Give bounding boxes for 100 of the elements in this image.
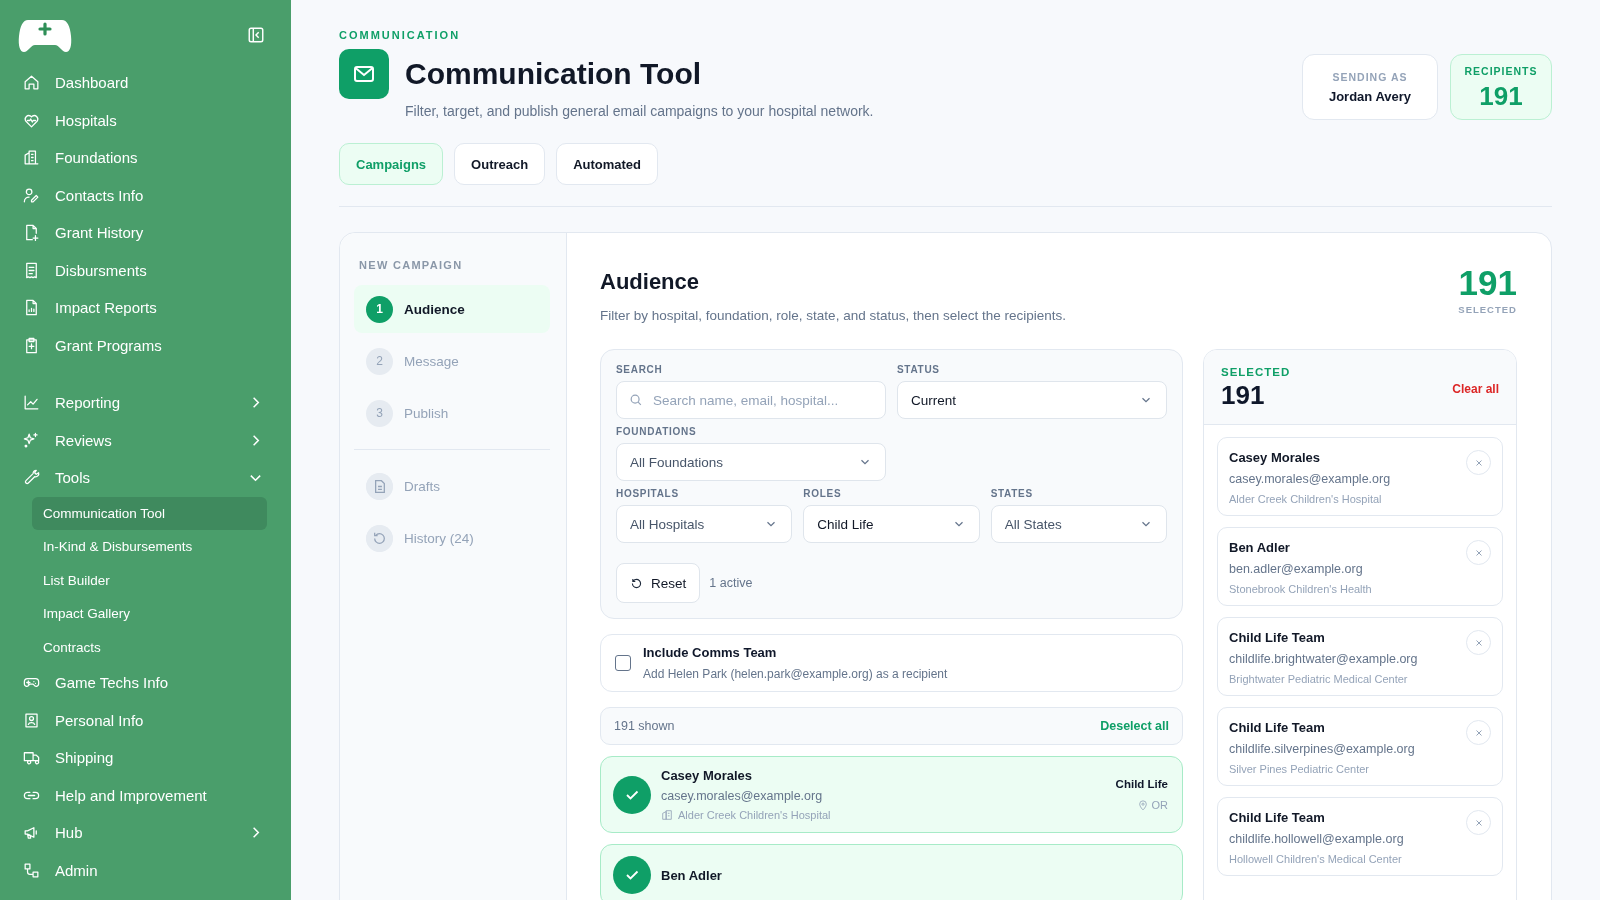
remove-button[interactable]	[1466, 540, 1491, 565]
recipient-state: OR	[1151, 799, 1168, 811]
nav-link[interactable]: Drafts	[354, 462, 550, 510]
checkbox[interactable]	[615, 655, 631, 671]
recipient-hospital: Alder Creek Children's Hospital	[678, 809, 831, 821]
status-dropdown[interactable]: Current	[897, 381, 1167, 419]
stat-label: RECIPIENTS	[1464, 65, 1538, 77]
sparkle-icon	[22, 430, 41, 450]
states-dropdown[interactable]: All States	[990, 505, 1167, 543]
sidebar-item[interactable]: Reporting	[18, 384, 279, 422]
recipient-email: ben.adler@example.org	[1229, 562, 1364, 576]
recipient-row[interactable]: Casey Morales casey.morales@example.org Alder Creek Children's Hospital Child Life OR	[600, 756, 1183, 833]
selected-count: 191	[1458, 265, 1517, 300]
sidebar-item[interactable]: Shipping	[18, 739, 279, 777]
recipient-hospital: Silver Pines Pediatric Center	[1229, 763, 1370, 775]
search-icon	[629, 393, 643, 407]
recipient-email: childlife.brightwater@example.org	[1229, 652, 1419, 666]
recipient-hospital: Stonebrook Children's Health	[1229, 583, 1373, 595]
sidebar-item[interactable]: Dashboard	[18, 64, 279, 102]
nav-heading: NEW CAMPAIGN	[358, 259, 464, 271]
panel-count: 191	[1221, 380, 1266, 411]
step-number: 3	[366, 399, 393, 427]
sidebar-item[interactable]: Disbursments	[18, 251, 279, 289]
search-field[interactable]: Search name, email, hospital...	[616, 381, 886, 419]
sidebar-item[interactable]: Grant History	[18, 214, 279, 252]
close-icon	[1473, 637, 1484, 648]
sidebar-item[interactable]: Contacts Info	[18, 176, 279, 214]
recipient-name: Child Life Team	[1229, 810, 1326, 825]
remove-button[interactable]	[1466, 450, 1491, 475]
sidebar-item[interactable]: Reviews	[18, 421, 279, 459]
sidebar-item[interactable]: Tools	[18, 459, 279, 497]
stat-value: 191	[1479, 83, 1523, 109]
option-description: Add Helen Park (helen.park@example.org) as a recipient	[643, 667, 948, 681]
step-number: 2	[366, 347, 393, 375]
recipient-hospital: Brightwater Pediatric Medical Center	[1229, 673, 1409, 685]
nav-link[interactable]: History (24)	[354, 514, 550, 562]
clear-all-link[interactable]: Clear all	[1452, 381, 1499, 396]
active-count: 1 active	[709, 576, 753, 590]
gamepad-logo	[18, 18, 72, 52]
roles-dropdown[interactable]: Child Life	[803, 505, 980, 543]
close-icon	[1473, 457, 1484, 468]
step-item[interactable]: 3 Publish	[354, 389, 550, 437]
option-title: Include Comms Team	[643, 645, 778, 660]
recipient-name: Casey Morales	[661, 768, 754, 783]
sidebar-item[interactable]: Game Techs Info	[18, 664, 279, 702]
sidebar-subitem[interactable]: Communication Tool	[32, 496, 267, 530]
recipient-email: childlife.hollowell@example.org	[1229, 832, 1405, 846]
section-title: Audience	[600, 269, 701, 295]
reset-icon	[630, 576, 643, 590]
section-label: COMMUNICATION	[339, 29, 462, 41]
step-item[interactable]: 1 Audience	[354, 285, 550, 333]
recipient-hospital: Alder Creek Children's Hospital	[1229, 493, 1383, 505]
field-label: FOUNDATIONS	[616, 426, 698, 437]
recipient-email: casey.morales@example.org	[1229, 472, 1392, 486]
field-label: SEARCH	[616, 364, 664, 375]
recipient-email: childlife.silverpines@example.org	[1229, 742, 1416, 756]
recipient-name: Ben Adler	[1229, 540, 1291, 555]
field-label: HOSPITALS	[616, 488, 680, 499]
section-description: Filter by hospital, foundation, role, state, and status, then select the recipients.	[600, 308, 1066, 323]
remove-button[interactable]	[1466, 630, 1491, 655]
sidebar-subitem[interactable]: List Builder	[32, 563, 267, 597]
sidebar-item[interactable]: Grant Programs	[18, 326, 279, 364]
sidebar-subitem[interactable]: Contracts	[32, 630, 267, 664]
tab[interactable]: Campaigns	[339, 143, 444, 185]
stat-value: Jordan Avery	[1328, 88, 1412, 104]
field-label: STATUS	[897, 364, 941, 375]
sidebar-item[interactable]: Foundations	[18, 139, 279, 177]
stat-label: SENDING AS	[1332, 70, 1408, 83]
step-item[interactable]: 2 Message	[354, 337, 550, 385]
recipient-email: casey.morales@example.org	[661, 789, 824, 803]
tab[interactable]: Outreach	[454, 143, 546, 185]
remove-button[interactable]	[1466, 720, 1491, 745]
recipient-name: Child Life Team	[1229, 630, 1326, 645]
sidebar-subitem[interactable]: Impact Gallery	[32, 597, 267, 631]
panel-label: SELECTED	[1221, 366, 1291, 378]
sidebar-item[interactable]: Personal Info	[18, 701, 279, 739]
check-icon	[613, 775, 651, 814]
sidebar-item[interactable]: Impact Reports	[18, 289, 279, 327]
collapse-sidebar-icon[interactable]	[247, 26, 265, 44]
reset-button[interactable]: Reset	[616, 563, 701, 603]
sidebar-item[interactable]: Admin	[18, 851, 279, 889]
remove-button[interactable]	[1466, 810, 1491, 835]
deselect-all-link[interactable]: Deselect all	[1100, 719, 1169, 733]
location-pin-icon	[1137, 799, 1148, 811]
foundations-dropdown[interactable]: All Foundations	[616, 443, 886, 481]
sidebar-subitem[interactable]: In-Kind & Disbursements	[32, 530, 267, 564]
recipient-name: Casey Morales	[1229, 450, 1322, 465]
close-icon	[1473, 727, 1484, 738]
recipient-role: Child Life	[1115, 778, 1168, 790]
recipient-name: Child Life Team	[1229, 720, 1326, 735]
close-icon	[1473, 547, 1484, 558]
sidebar-item[interactable]: Hub	[18, 814, 279, 852]
tab[interactable]: Automated	[556, 143, 659, 185]
recipient-row[interactable]: Ben Adler	[600, 844, 1183, 900]
sidebar-item[interactable]: Hospitals	[18, 101, 279, 139]
hospitals-dropdown[interactable]: All Hospitals	[616, 505, 793, 543]
recipient-hospital: Hollowell Children's Medical Center	[1229, 853, 1403, 865]
step-number: 1	[366, 295, 393, 323]
check-icon	[613, 856, 651, 894]
sidebar-item[interactable]: Help and Improvement	[18, 776, 279, 814]
